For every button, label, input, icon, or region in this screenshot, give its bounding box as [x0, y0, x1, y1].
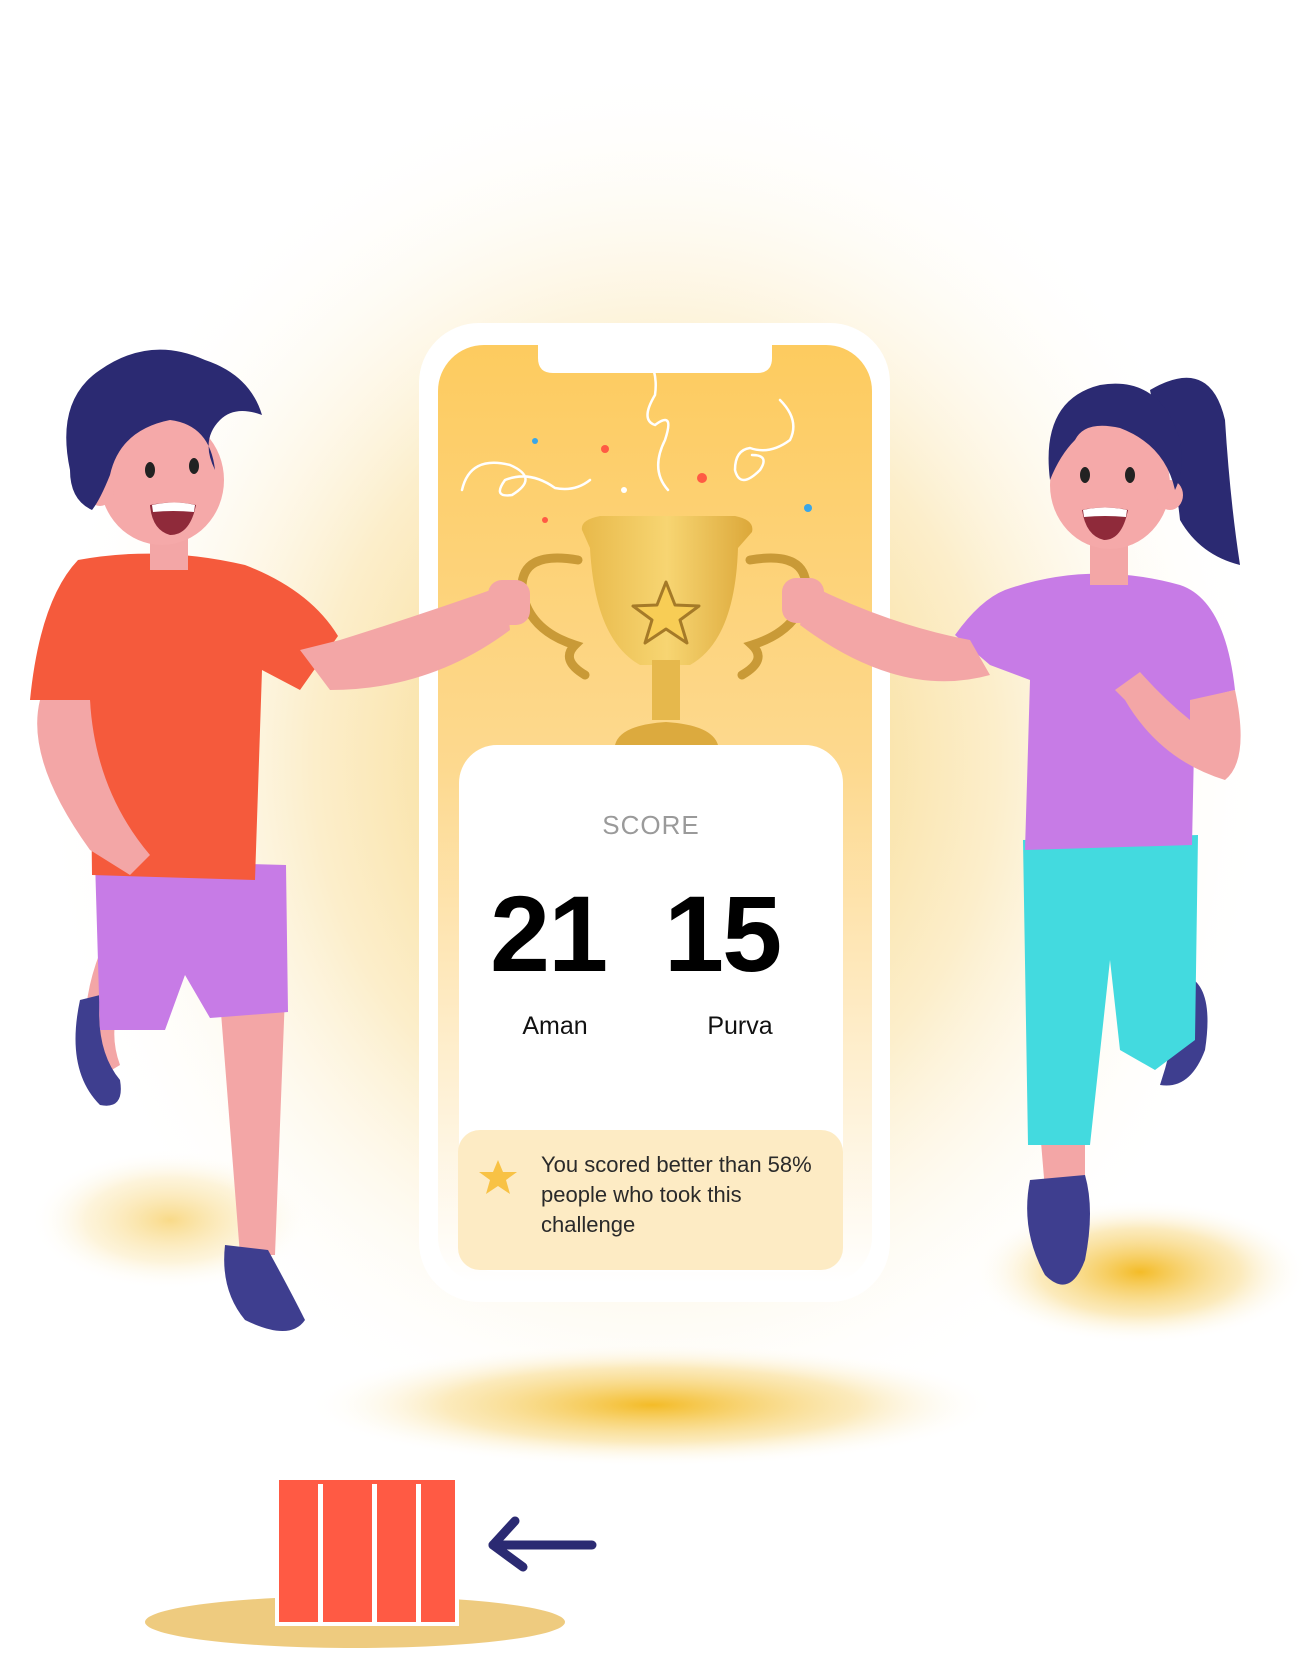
player-score-aman: 21 [490, 873, 608, 994]
boy-fist [488, 580, 530, 625]
girl-fist [782, 578, 824, 623]
player-score-purva: 15 [664, 873, 782, 994]
player-name-aman: Aman [522, 1012, 588, 1040]
girl-shadow [972, 1200, 1304, 1344]
hurdle-icon [275, 1476, 459, 1626]
arrow-left-icon [488, 1516, 597, 1572]
score-title: SCORE [602, 810, 700, 840]
phone-shadow [307, 1343, 997, 1467]
percentile-text: You scored better than 58% people who to… [541, 1152, 812, 1237]
player-name-purva: Purva [707, 1012, 773, 1040]
phone-notch [538, 345, 772, 373]
